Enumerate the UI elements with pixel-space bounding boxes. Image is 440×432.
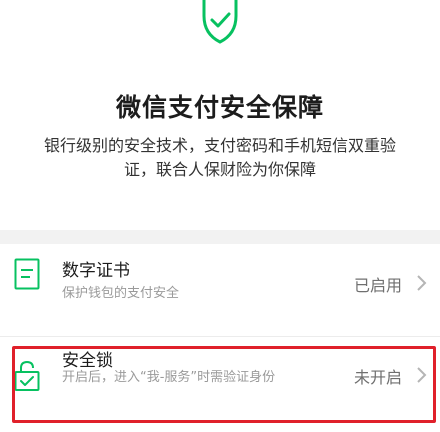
section-gap <box>0 230 440 244</box>
security-lock-item[interactable]: 安全锁 开启后，进入“我-服务”时需验证身份 未开启 <box>0 338 440 432</box>
shield-check-icon <box>202 0 238 44</box>
lock-check-icon <box>14 360 40 391</box>
digital-certificate-status: 已启用 <box>353 276 402 295</box>
digital-certificate-subtitle: 保护钱包的支付安全 <box>62 286 180 301</box>
chevron-right-icon <box>417 275 427 291</box>
security-description: 银行级别的安全技术，支付密码和手机短信双重验证，联合人保财险为你保障 <box>43 136 396 179</box>
chevron-right-icon <box>417 367 427 383</box>
digital-certificate-title: 数字证书 <box>62 261 130 281</box>
page-title: 微信支付安全保障 <box>115 93 324 122</box>
security-lock-subtitle: 开启后，进入“我-服务”时需验证身份 <box>62 370 276 385</box>
security-hero: 微信支付安全保障 银行级别的安全技术，支付密码和手机短信双重验证，联合人保财险为… <box>0 0 440 230</box>
digital-certificate-item[interactable]: 数字证书 保护钱包的支付安全 已启用 <box>0 244 440 336</box>
certificate-icon <box>14 258 40 290</box>
row-divider <box>0 336 440 337</box>
security-lock-status: 未开启 <box>353 368 402 387</box>
